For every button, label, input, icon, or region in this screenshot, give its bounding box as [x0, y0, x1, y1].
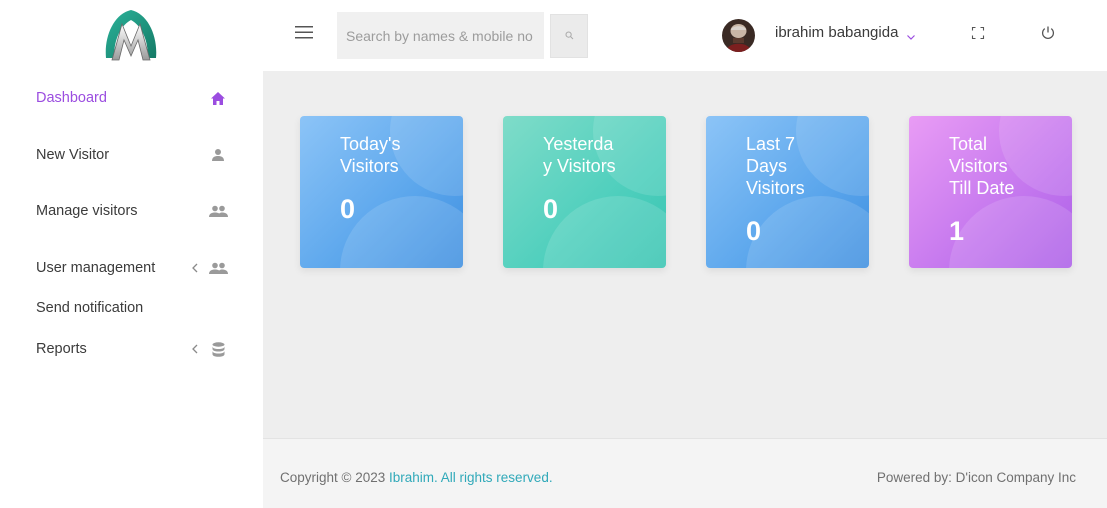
chevron-left-icon — [189, 342, 201, 356]
top-bar: ibrahim babangida — [263, 0, 1107, 71]
home-icon — [208, 88, 228, 108]
search-input[interactable] — [337, 12, 544, 59]
sidebar-item-manage-visitors[interactable]: Manage visitors — [0, 196, 263, 226]
stat-card-today[interactable]: Today's Visitors 0 — [300, 116, 463, 268]
avatar[interactable] — [722, 19, 755, 52]
sidebar-item-label: New Visitor — [36, 147, 110, 163]
database-icon — [208, 339, 228, 359]
person-icon — [208, 145, 228, 165]
people-icon — [208, 201, 228, 221]
people-icon — [208, 258, 228, 278]
stat-card-last-7-days[interactable]: Last 7 Days Visitors 0 — [706, 116, 869, 268]
chevron-left-icon — [189, 261, 201, 275]
stat-card-value: 1 — [949, 216, 965, 246]
sidebar: Dashboard New Visitor Manage visitors Us… — [0, 0, 263, 508]
sidebar-item-dashboard[interactable]: Dashboard — [0, 83, 263, 113]
power-icon[interactable] — [1040, 25, 1058, 43]
main-content: Today's Visitors 0 Yesterda y Visitors 0… — [263, 71, 1107, 438]
app-logo[interactable] — [100, 6, 162, 64]
user-name[interactable]: ibrahim babangida — [775, 24, 898, 41]
sidebar-item-label: Reports — [36, 341, 87, 357]
copyright-prefix: Copyright © 2023 — [280, 470, 390, 485]
stat-card-total[interactable]: Total Visitors Till Date 1 — [909, 116, 1072, 268]
sidebar-item-label: Dashboard — [36, 90, 107, 106]
hamburger-menu-icon[interactable] — [293, 24, 317, 46]
fullscreen-icon[interactable] — [971, 26, 989, 44]
sidebar-item-reports[interactable]: Reports — [0, 334, 263, 364]
powered-by-text: Powered by: D'icon Company Inc — [876, 470, 1076, 485]
stat-card-value: 0 — [340, 194, 356, 224]
search-button[interactable] — [550, 14, 588, 58]
stat-card-yesterday[interactable]: Yesterda y Visitors 0 — [503, 116, 666, 268]
sidebar-item-send-notification[interactable]: Send notification — [0, 293, 263, 323]
stat-card-title: Last 7 Days Visitors — [746, 134, 805, 198]
stat-card-title: Today's Visitors — [340, 134, 401, 176]
stat-card-value: 0 — [746, 216, 762, 246]
copyright-text: Copyright © 2023 Ibrahim. All rights res… — [280, 470, 553, 485]
sidebar-item-label: User management — [36, 260, 156, 276]
stat-card-value: 0 — [543, 194, 559, 224]
chevron-down-icon[interactable] — [906, 28, 918, 40]
search-icon — [565, 27, 574, 45]
sidebar-item-label: Manage visitors — [36, 203, 138, 219]
footer: Copyright © 2023 Ibrahim. All rights res… — [263, 438, 1107, 508]
copyright-brand-link[interactable]: Ibrahim. All rights reserved. — [389, 470, 553, 485]
stat-card-title: Total Visitors Till Date — [949, 134, 1015, 198]
sidebar-item-user-management[interactable]: User management — [0, 253, 263, 283]
stat-card-title: Yesterda y Visitors — [543, 134, 616, 176]
sidebar-item-new-visitor[interactable]: New Visitor — [0, 140, 263, 170]
sidebar-item-label: Send notification — [36, 300, 144, 316]
